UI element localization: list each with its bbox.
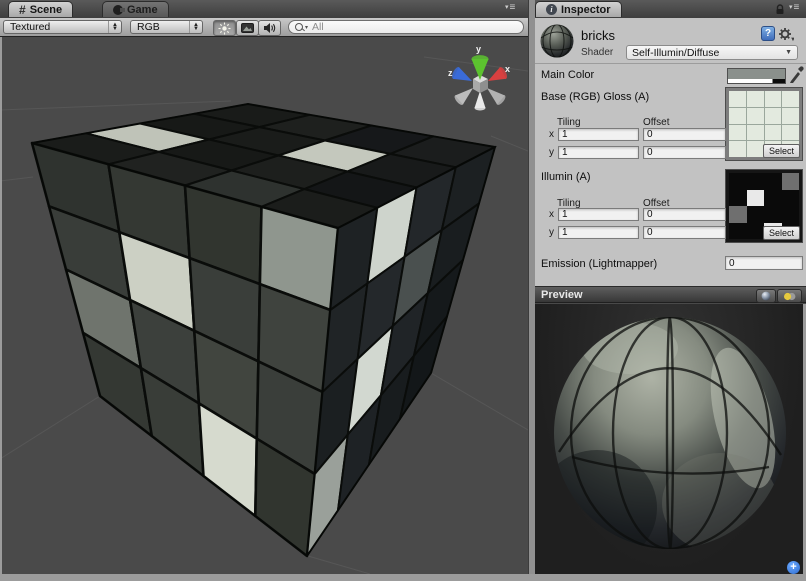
- color-channel-value: RGB: [137, 21, 160, 33]
- base-tiling-x-field[interactable]: [558, 128, 639, 141]
- window-bottom-edge: [0, 574, 806, 581]
- render-mode-value: Textured: [10, 21, 50, 33]
- base-tiling-y-field[interactable]: [558, 146, 639, 159]
- inspector-body: bricks Shader Self-Illumin/Diffuse ▼ ? ▼…: [535, 18, 806, 286]
- scene-toolbar: Textured ▲▼ RGB ▲▼ ▾ All: [0, 18, 528, 37]
- shader-value: Self-Illumin/Diffuse: [632, 47, 719, 59]
- material-sphere-icon: [539, 23, 575, 59]
- base-select-button[interactable]: Select: [763, 144, 800, 158]
- search-value: All: [312, 21, 324, 33]
- base-texture-well[interactable]: Select: [725, 87, 803, 161]
- speaker-icon: [263, 22, 276, 34]
- game-icon: [113, 5, 123, 15]
- base-offset-y-field[interactable]: [643, 146, 726, 159]
- base-offset-x-field[interactable]: [643, 128, 726, 141]
- svg-text:z: z: [448, 68, 453, 78]
- preview-lighting-button[interactable]: [777, 289, 802, 303]
- orientation-gizmo[interactable]: y z x: [448, 44, 510, 110]
- color-channel-dropdown[interactable]: RGB ▲▼: [130, 20, 203, 34]
- base-x-label: x: [549, 129, 554, 140]
- lock-icon[interactable]: [775, 4, 785, 15]
- tab-scene-label: Scene: [30, 4, 62, 16]
- preview-sphere-button[interactable]: [756, 289, 776, 303]
- scene-skybox-toggle[interactable]: [236, 20, 259, 36]
- emission-label: Emission (Lightmapper): [541, 258, 657, 270]
- illumin-tiling-y-field[interactable]: [558, 226, 639, 239]
- shader-dropdown[interactable]: Self-Illumin/Diffuse ▼: [626, 45, 798, 60]
- preview-header: Preview: [535, 286, 806, 303]
- render-mode-dropdown[interactable]: Textured ▲▼: [3, 20, 122, 34]
- window-left-edge: [0, 37, 2, 574]
- material-header: bricks Shader Self-Illumin/Diffuse ▼ ? ▼: [535, 18, 806, 64]
- svg-text:y: y: [476, 44, 481, 54]
- illumin-map-label: Illumin (A): [541, 171, 591, 183]
- material-name: bricks: [581, 28, 615, 43]
- preview-sphere: [535, 304, 803, 574]
- inspector-pane-menu-icon[interactable]: ▾≡: [789, 3, 799, 13]
- sun-icon: [218, 22, 231, 35]
- tab-scene[interactable]: # Scene: [8, 1, 73, 17]
- tab-game-label: Game: [127, 4, 158, 16]
- scene-grid-icon: #: [19, 3, 26, 17]
- base-tiling-label: Tiling: [557, 117, 581, 128]
- preview-viewport[interactable]: +: [535, 304, 803, 574]
- main-color-label: Main Color: [541, 69, 594, 81]
- add-button[interactable]: +: [787, 561, 800, 574]
- illumin-tiling-x-field[interactable]: [558, 208, 639, 221]
- scene-search-input[interactable]: ▾ All: [288, 20, 524, 34]
- emission-field[interactable]: [725, 256, 803, 270]
- search-filter-arrow-icon: ▾: [305, 24, 308, 31]
- svg-text:▼: ▼: [790, 37, 794, 42]
- pane-splitter[interactable]: [528, 0, 535, 574]
- search-icon: [295, 23, 303, 31]
- illumin-texture-well[interactable]: Select: [725, 169, 803, 243]
- base-offset-label: Offset: [643, 117, 670, 128]
- image-icon: [241, 23, 254, 33]
- two-dots-icon: [783, 292, 797, 301]
- dropdown-arrows-icon: ▲▼: [189, 21, 202, 33]
- tab-game[interactable]: Game: [102, 1, 169, 17]
- scene-3d-view: y z x: [0, 37, 528, 574]
- illumin-y-label: y: [549, 227, 554, 238]
- preview-title: Preview: [541, 289, 583, 301]
- shader-field-label: Shader: [581, 47, 613, 58]
- illumin-select-button[interactable]: Select: [763, 226, 800, 240]
- scene-viewport[interactable]: y z x: [0, 37, 528, 574]
- scene-lighting-toggle[interactable]: [213, 20, 236, 36]
- svg-text:x: x: [505, 64, 510, 74]
- scene-tabbar: # Scene Game ▾≡: [0, 0, 528, 19]
- scene-pane-menu-icon[interactable]: ▾≡: [505, 3, 515, 13]
- illumin-offset-x-field[interactable]: [643, 208, 726, 221]
- illumin-x-label: x: [549, 209, 554, 220]
- main-color-swatch[interactable]: [727, 68, 786, 84]
- illumin-offset-y-field[interactable]: [643, 226, 726, 239]
- unity-editor-window: { "scene": { "tabs": [ { "label": "Scene…: [0, 0, 806, 581]
- sphere-icon: [761, 291, 771, 301]
- dropdown-arrows-icon: ▲▼: [108, 21, 121, 33]
- gear-icon[interactable]: ▼: [778, 27, 794, 42]
- tab-inspector-label: Inspector: [561, 4, 611, 16]
- info-icon: i: [546, 4, 557, 15]
- base-y-label: y: [549, 147, 554, 158]
- chevron-down-icon: ▼: [785, 49, 792, 56]
- help-icon[interactable]: ?: [761, 26, 775, 41]
- scene-audio-toggle[interactable]: [258, 20, 281, 36]
- eyedropper-icon[interactable]: [788, 65, 804, 84]
- tab-inspector[interactable]: i Inspector: [535, 1, 622, 17]
- inspector-tabbar: i Inspector ▾≡: [535, 0, 806, 19]
- base-map-label: Base (RGB) Gloss (A): [541, 91, 649, 103]
